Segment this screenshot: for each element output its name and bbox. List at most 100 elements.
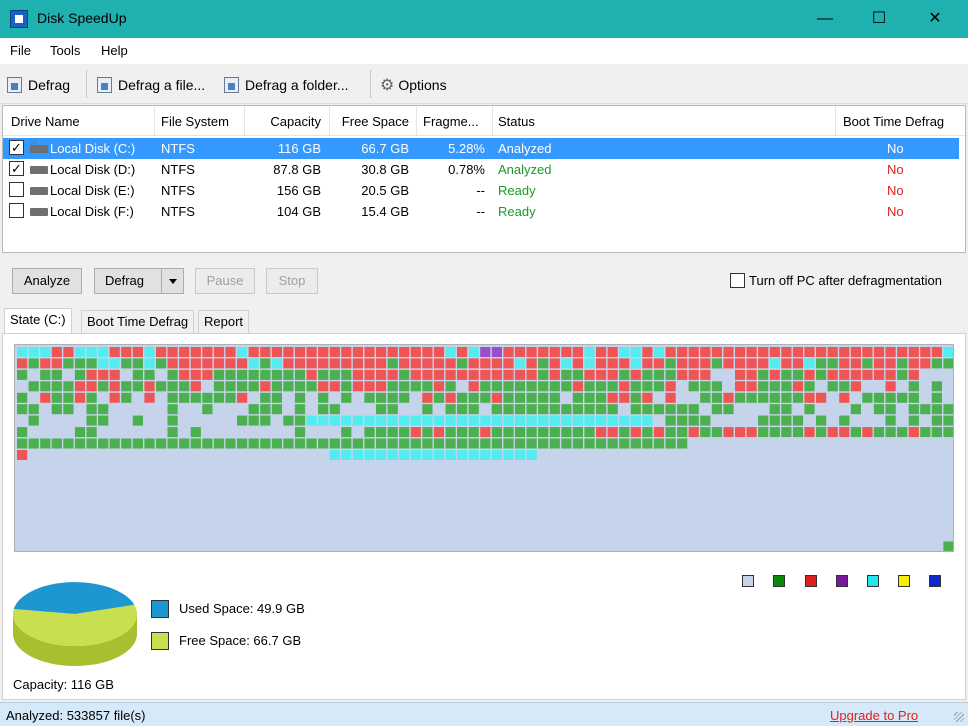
cluster-block (804, 438, 815, 449)
cluster-block (688, 347, 699, 357)
cluster-block (283, 358, 294, 369)
toolbar-defrag-folder-button[interactable]: Defrag a folder... (224, 74, 349, 96)
cluster-block (619, 381, 630, 392)
cluster-block (931, 427, 942, 438)
stop-button[interactable]: Stop (266, 268, 318, 294)
cluster-block (758, 484, 769, 495)
analyze-button[interactable]: Analyze (12, 268, 82, 294)
column-status[interactable]: Status (498, 114, 535, 129)
defrag-split-button[interactable]: Defrag (94, 268, 184, 294)
cluster-block (943, 472, 953, 483)
cluster-block (746, 472, 757, 483)
cluster-block (121, 461, 132, 472)
cluster-block (885, 381, 896, 392)
drive-row-f[interactable]: Local Disk (F:) NTFS 104 GB 15.4 GB -- R… (3, 201, 965, 222)
toolbar-defrag-button[interactable]: Defrag (7, 74, 70, 96)
cluster-block (86, 347, 97, 357)
cluster-block (86, 369, 97, 380)
drive-checkbox[interactable] (9, 203, 24, 218)
cluster-block (746, 438, 757, 449)
cluster-block (491, 369, 502, 380)
column-free-space[interactable]: Free Space (333, 114, 409, 129)
column-drive-name[interactable]: Drive Name (11, 114, 80, 129)
cluster-block (190, 484, 201, 495)
cluster-block (607, 404, 618, 415)
maximize-button[interactable]: ☐ (856, 0, 902, 38)
drive-row-c[interactable]: ✓ Local Disk (C:) NTFS 116 GB 66.7 GB 5.… (3, 138, 959, 159)
cluster-block (51, 347, 62, 357)
cluster-block (584, 381, 595, 392)
cluster-block (897, 530, 908, 540)
menu-tools[interactable]: Tools (50, 43, 80, 58)
cluster-block (51, 450, 62, 460)
tab-report[interactable]: Report (198, 310, 250, 334)
cluster-block (433, 427, 445, 438)
tab-state[interactable]: State (C:) (4, 308, 72, 334)
drive-checkbox[interactable] (9, 182, 24, 197)
cluster-block (329, 484, 340, 495)
column-capacity[interactable]: Capacity (247, 114, 321, 129)
cluster-block (850, 450, 861, 460)
cluster-block (225, 427, 236, 438)
column-boot-time-defrag[interactable]: Boot Time Defrag (843, 114, 944, 129)
cluster-block (572, 381, 583, 392)
cluster-block (630, 438, 641, 449)
cluster-block (51, 415, 62, 426)
drive-checkbox[interactable]: ✓ (9, 161, 24, 176)
cluster-block (17, 392, 28, 403)
cluster-block (399, 541, 410, 551)
cluster-block (943, 415, 953, 426)
cluster-block (306, 495, 317, 506)
cluster-block (294, 518, 306, 529)
cluster-block (653, 427, 665, 438)
column-file-system[interactable]: File System (161, 114, 229, 129)
resize-grip[interactable] (954, 712, 964, 722)
minimize-button[interactable]: — (802, 0, 848, 38)
cluster-block (132, 381, 143, 392)
cluster-block (248, 392, 259, 403)
toolbar-defrag-file-button[interactable]: Defrag a file... (97, 74, 205, 96)
tab-boot-time-defrag[interactable]: Boot Time Defrag (81, 310, 195, 334)
cluster-block (28, 381, 39, 392)
cluster-block (526, 415, 537, 426)
disk-icon (30, 208, 48, 216)
cluster-block (908, 427, 919, 438)
cluster-block (271, 438, 282, 449)
toolbar-options-button[interactable]: ⚙ Options (380, 74, 447, 96)
cluster-block (202, 347, 213, 357)
cluster-block (132, 484, 143, 495)
chevron-down-icon[interactable] (161, 269, 183, 293)
drive-row-e[interactable]: Local Disk (E:) NTFS 156 GB 20.5 GB -- R… (3, 180, 965, 201)
cluster-block (237, 347, 248, 357)
cluster-block (920, 347, 931, 357)
close-button[interactable]: ✕ (912, 0, 958, 38)
cluster-block (584, 507, 595, 518)
cluster-block (144, 450, 155, 460)
drive-row-d[interactable]: ✓ Local Disk (D:) NTFS 87.8 GB 30.8 GB 0… (3, 159, 965, 180)
cluster-block (318, 450, 329, 460)
cluster-block (98, 472, 109, 483)
cluster-block (156, 427, 167, 438)
cluster-block (306, 461, 317, 472)
menu-file[interactable]: File (10, 43, 31, 58)
cluster-block (376, 484, 387, 495)
cluster-block (723, 450, 734, 460)
cluster-block (422, 381, 433, 392)
column-fragmented[interactable]: Fragme... (423, 114, 479, 129)
cluster-block (781, 495, 792, 506)
cluster-block (572, 518, 583, 529)
cluster-block (943, 461, 953, 472)
drive-checkbox[interactable]: ✓ (9, 140, 24, 155)
upgrade-link[interactable]: Upgrade to Pro (830, 708, 918, 723)
turn-off-pc-checkbox[interactable] (730, 273, 745, 288)
cluster-block (306, 358, 317, 369)
menu-help[interactable]: Help (101, 43, 128, 58)
cluster-block (619, 358, 630, 369)
pause-button[interactable]: Pause (195, 268, 255, 294)
cluster-block (538, 438, 549, 449)
cluster-block (387, 438, 398, 449)
cluster-block (51, 358, 62, 369)
cluster-block (364, 461, 375, 472)
cluster-block (109, 347, 120, 357)
cluster-block (306, 507, 317, 518)
